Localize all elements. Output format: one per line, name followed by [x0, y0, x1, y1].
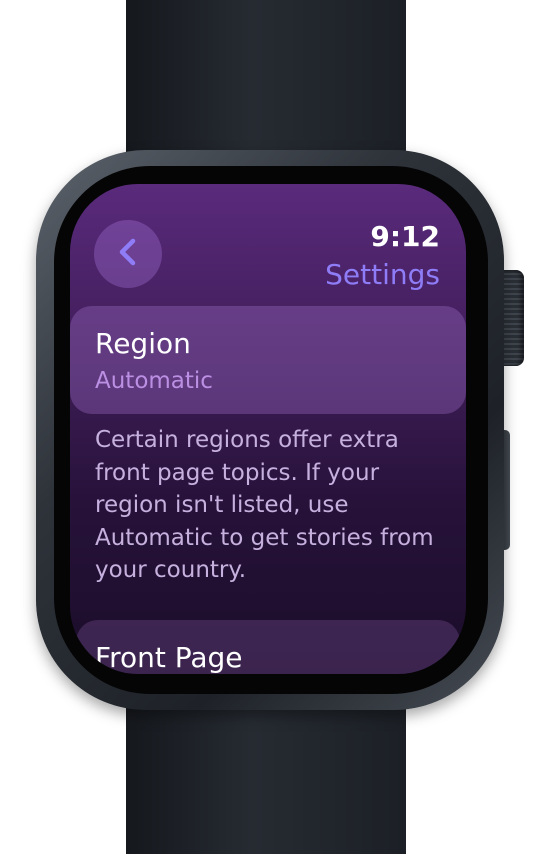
region-footer-text: Certain regions offer extra front page t… [95, 427, 434, 583]
page-title: Settings [325, 258, 440, 291]
back-button[interactable] [94, 220, 162, 288]
device-frame: 9:12 Settings Region Automatic Certain r… [0, 0, 536, 854]
watch-screen: 9:12 Settings Region Automatic Certain r… [70, 184, 466, 674]
chevron-left-icon [116, 234, 140, 274]
region-setting-row[interactable]: Region Automatic [70, 306, 466, 414]
front-page-setting-row[interactable]: Front Page [76, 620, 460, 674]
region-value: Automatic [95, 368, 213, 394]
status-time: 9:12 [370, 220, 440, 253]
region-label: Region [95, 327, 191, 360]
front-page-label: Front Page [95, 641, 243, 674]
